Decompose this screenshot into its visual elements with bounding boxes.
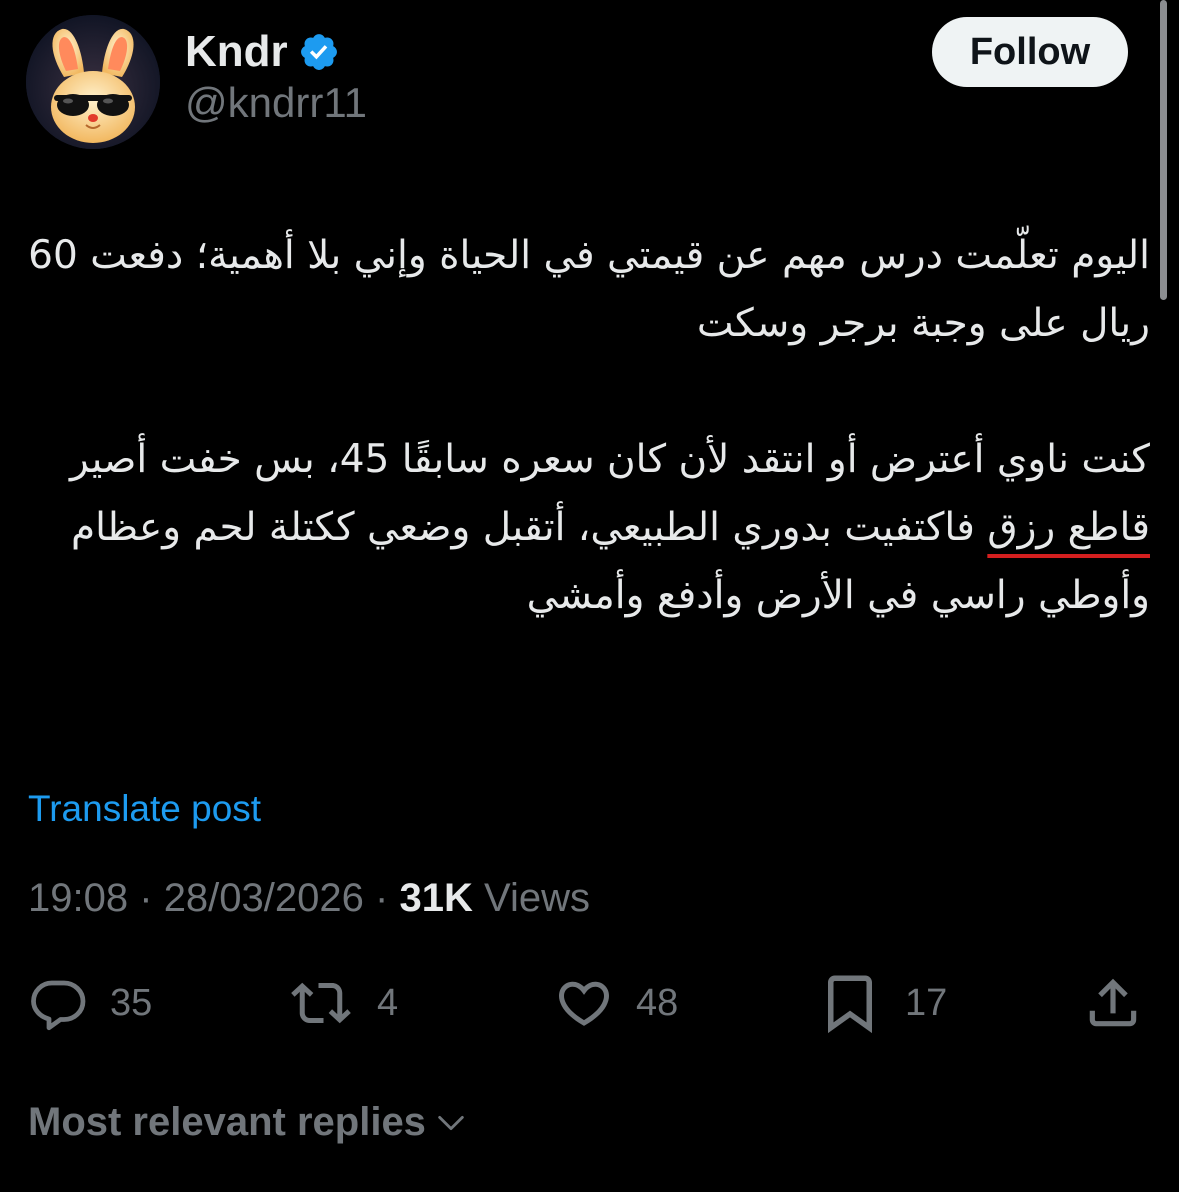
post-paragraph-1: اليوم تعلّمت درس مهم عن قيمتي في الحياة … bbox=[28, 233, 1150, 346]
post-meta: 19:08 · 28/03/2026 · 31K Views bbox=[28, 876, 590, 921]
views-label: Views bbox=[483, 876, 590, 920]
meta-separator: · bbox=[139, 876, 153, 920]
repost-icon bbox=[291, 982, 351, 1024]
avatar[interactable] bbox=[26, 15, 160, 149]
bunny-sunglasses-avatar-icon bbox=[26, 15, 160, 149]
verified-badge-icon bbox=[298, 31, 340, 73]
views-count[interactable]: 31K bbox=[399, 876, 472, 920]
post-text: اليوم تعلّمت درس مهم عن قيمتي في الحياة … bbox=[28, 222, 1150, 630]
repost-button[interactable]: 4 bbox=[287, 968, 398, 1038]
author-handle[interactable]: @kndrr11 bbox=[185, 82, 367, 124]
follow-button[interactable]: Follow bbox=[932, 17, 1128, 87]
share-icon bbox=[1089, 978, 1137, 1027]
share-button[interactable] bbox=[1082, 968, 1144, 1038]
heart-icon bbox=[558, 981, 610, 1026]
meta-separator: · bbox=[375, 876, 389, 920]
repost-count: 4 bbox=[377, 981, 399, 1024]
bookmark-count: 17 bbox=[905, 981, 948, 1024]
underlined-phrase: قاطع رزق bbox=[987, 505, 1150, 550]
post-paragraph-2: كنت ناوي أعترض أو انتقد لأن كان سعره ساب… bbox=[28, 426, 1150, 630]
replies-sort-label: Most relevant replies bbox=[28, 1100, 426, 1144]
author-name-row[interactable]: Kndr bbox=[185, 22, 340, 82]
bookmark-button[interactable]: 17 bbox=[817, 968, 947, 1038]
post-time[interactable]: 19:08 bbox=[28, 876, 128, 920]
like-button[interactable]: 48 bbox=[554, 968, 678, 1038]
replies-sort-dropdown[interactable]: Most relevant replies bbox=[28, 1100, 468, 1145]
action-bar: 35 4 48 17 bbox=[0, 968, 1179, 1038]
translate-post-link[interactable]: Translate post bbox=[28, 788, 261, 830]
post-date[interactable]: 28/03/2026 bbox=[164, 876, 364, 920]
scrollbar[interactable] bbox=[1160, 0, 1167, 300]
author-display-name[interactable]: Kndr bbox=[185, 30, 288, 74]
reply-icon bbox=[31, 980, 86, 1031]
chevron-down-icon bbox=[438, 1115, 464, 1130]
post-paragraph-2-before: كنت ناوي أعترض أو انتقد لأن كان سعره ساب… bbox=[70, 437, 1150, 482]
reply-button[interactable]: 35 bbox=[28, 968, 152, 1038]
bookmark-icon bbox=[828, 975, 872, 1034]
reply-count: 35 bbox=[110, 981, 153, 1024]
like-count: 48 bbox=[636, 981, 679, 1024]
